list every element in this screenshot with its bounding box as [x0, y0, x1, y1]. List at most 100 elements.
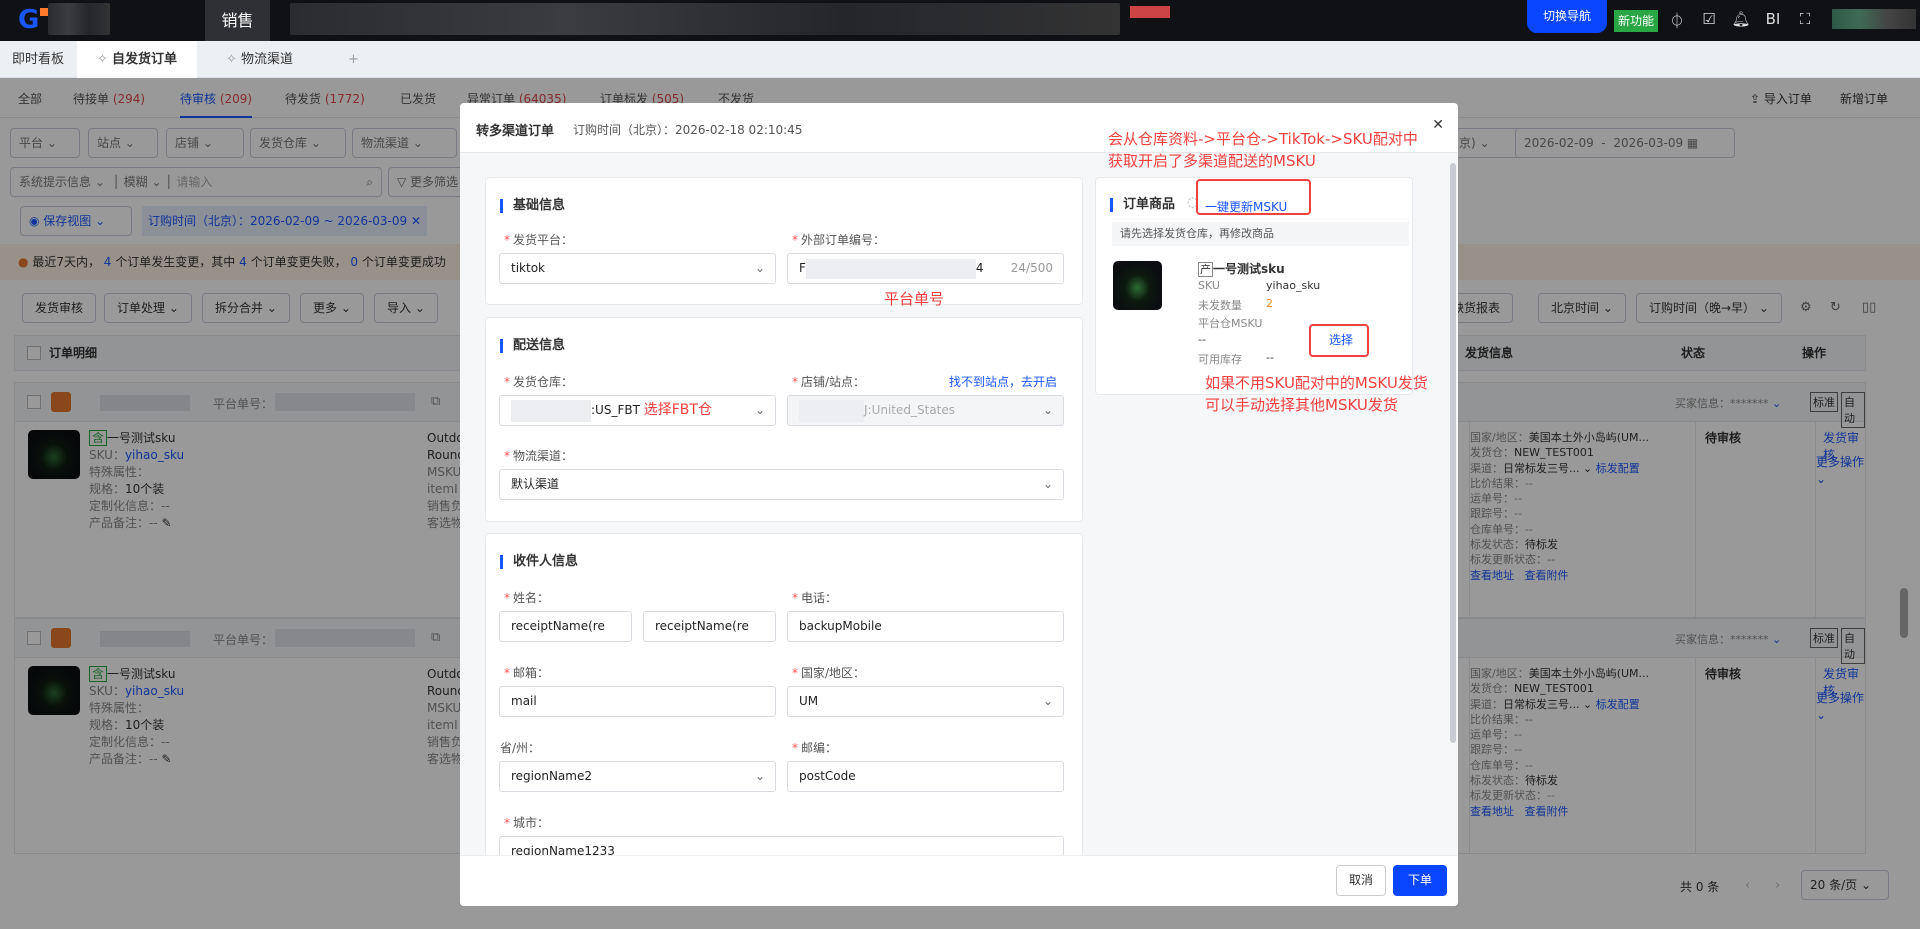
status-tab[interactable]: 待接单 (294) [73, 90, 145, 107]
external-order-no-input[interactable]: F 4 24/500 [787, 253, 1064, 284]
timezone-select[interactable]: 北京时间 ⌄ [1538, 293, 1626, 323]
more-ops-link[interactable]: 更多操作 ⌄ [1816, 454, 1865, 488]
import-button[interactable]: 导入 ⌄ [374, 293, 438, 323]
label-config-link[interactable]: 标发配置 [1596, 698, 1640, 711]
tag-standard[interactable]: 标准 [1810, 628, 1838, 648]
nav-sales[interactable]: 销售 [205, 0, 270, 41]
label-config-link[interactable]: 标发配置 [1596, 462, 1640, 475]
avatar[interactable] [1832, 9, 1916, 29]
sort-select[interactable]: 订购时间（晚→早） ⌄ [1636, 293, 1782, 323]
channel-select[interactable]: 默认渠道 ⌄ [499, 469, 1064, 500]
channel-filter[interactable]: 物流渠道 ⌄ [352, 128, 457, 158]
bell-icon[interactable]: 🔔︎ [1730, 10, 1752, 28]
buyer-info[interactable]: 买家信息：******* ⌄ [1675, 631, 1781, 647]
site-filter[interactable]: 站点 ⌄ [88, 128, 158, 158]
import-orders-button[interactable]: ⇪ 导入订单 [1750, 90, 1812, 107]
view-attachment-link[interactable]: 查看附件 [1525, 805, 1569, 818]
page-size-select[interactable]: 20 条/页 ⌄ [1801, 870, 1889, 900]
edit-icon[interactable]: ✎ [162, 752, 172, 766]
country-select[interactable]: UM ⌄ [787, 686, 1064, 717]
sku-link[interactable]: yihao_sku [125, 684, 184, 698]
sku-link[interactable]: yihao_sku [125, 448, 184, 462]
view-attachment-link[interactable]: 查看附件 [1525, 569, 1569, 582]
submit-order-button[interactable]: 下单 [1393, 865, 1448, 896]
pin-icon: ✧ [97, 52, 113, 67]
switch-nav-button[interactable]: 切换导航 [1527, 0, 1607, 33]
hint-text: 请先选择发货仓库，再修改商品 [1112, 222, 1409, 246]
date-filter-tag[interactable]: 订购时间（北京）：2026-02-09 ~ 2026-03-09 ✕ [142, 206, 428, 236]
calendar-check-icon[interactable]: ☑ [1698, 10, 1720, 28]
cancel-button[interactable]: 取消 [1336, 865, 1387, 896]
refresh-icon[interactable]: ◌ [1187, 195, 1198, 210]
platform-select[interactable]: tiktok ⌄ [499, 253, 776, 284]
last-name-input[interactable]: receiptName(re [643, 611, 776, 642]
tag-standard[interactable]: 标准 [1810, 392, 1838, 412]
timezone-filter[interactable]: 京) ⌄ [1450, 128, 1520, 158]
status-tab[interactable]: 全部 [18, 90, 42, 107]
row-checkbox[interactable] [27, 395, 41, 409]
first-name-input[interactable]: receiptName(re [499, 611, 632, 642]
tab-dashboard[interactable]: 即时看板 [12, 41, 64, 78]
more-filters-button[interactable]: ▽ 更多筛选 [388, 167, 468, 197]
zip-input[interactable]: postCode [787, 761, 1064, 792]
buyer-info[interactable]: 买家信息：******* ⌄ [1675, 395, 1781, 411]
store-filter[interactable]: 店铺 ⌄ [166, 128, 244, 158]
top-nav-bar: G 销售 切换导航 新功能 ⏀ ☑ 🔔︎ BI ⛶ [0, 0, 1920, 41]
refresh-msku-link[interactable]: 一键更新MSKU [1205, 198, 1287, 215]
blurred-menu[interactable] [290, 3, 1120, 35]
refresh-icon[interactable]: ↻ [1830, 300, 1841, 315]
order-process-button[interactable]: 订单处理 ⌄ [104, 293, 192, 323]
view-address-link[interactable]: 查看地址 [1470, 569, 1514, 582]
status-tab[interactable]: 已发货 [400, 90, 436, 107]
view-address-link[interactable]: 查看地址 [1470, 805, 1514, 818]
edit-icon[interactable]: ✎ [162, 516, 172, 530]
next-page-button[interactable]: › [1775, 878, 1780, 893]
close-icon[interactable]: ✕ [1432, 117, 1444, 133]
tab-self-ship-orders[interactable]: ✧ 自发货订单 [77, 41, 198, 78]
more-ops-link[interactable]: 更多操作 ⌄ [1816, 690, 1865, 724]
field-label: * 电话： [792, 591, 838, 605]
copy-icon[interactable]: ⧉ [431, 630, 440, 645]
add-tab-button[interactable]: + [348, 41, 359, 78]
search-group[interactable]: 系统提示信息 ⌄ │ 模糊 ⌄ │ 请输入 ⌕ [10, 167, 382, 197]
prev-page-button[interactable]: ‹ [1745, 878, 1750, 893]
chevron-down-icon: ⌄ [754, 261, 765, 275]
ship-audit-button[interactable]: 发货审核 [22, 293, 97, 323]
blurred-menu[interactable] [48, 3, 110, 35]
fullscreen-icon[interactable]: ⛶ [1794, 10, 1816, 28]
tab-logistics-channel[interactable]: ✧ 物流渠道 [226, 41, 293, 78]
enable-site-link[interactable]: 找不到站点，去开启 [949, 373, 1057, 390]
settings-icon[interactable]: ⚙ [1800, 300, 1812, 315]
section-title: 基础信息 [500, 199, 565, 213]
split-merge-button[interactable]: 拆分合并 ⌄ [202, 293, 290, 323]
warehouse-select[interactable]: :US_FBT 选择FBT仓 ⌄ [499, 395, 776, 426]
select-all-checkbox[interactable] [27, 346, 41, 360]
copy-icon[interactable]: ⧉ [431, 394, 440, 409]
email-input[interactable]: mail [499, 686, 776, 717]
page-scrollbar[interactable] [1900, 588, 1908, 638]
row-checkbox[interactable] [27, 631, 41, 645]
state-select[interactable]: regionName2 ⌄ [499, 761, 776, 792]
platform-filter[interactable]: 平台 ⌄ [10, 128, 80, 158]
save-view-button[interactable]: ◉ 保存视图 ⌄ [20, 206, 132, 236]
bi-icon[interactable]: BI [1762, 10, 1784, 28]
phone-input[interactable]: backupMobile [787, 611, 1064, 642]
new-feature-button[interactable]: 新功能 [1614, 10, 1658, 32]
book-icon[interactable]: ▯▯ [1862, 300, 1876, 315]
field-label: * 发货仓库： [504, 375, 574, 389]
date-range-picker[interactable]: 2026-02-09 - 2026-03-09 ▦ [1515, 128, 1735, 158]
modal-scrollbar[interactable] [1450, 163, 1456, 743]
new-order-button[interactable]: 新增订单 [1840, 90, 1888, 107]
page-tabs: 即时看板 ✧ 自发货订单 ✧ 物流渠道 + [0, 41, 1920, 78]
sync-icon[interactable]: ⏀ [1666, 10, 1688, 31]
status-tab-active[interactable]: 待审核 (209) [180, 90, 253, 118]
chevron-down-icon: ⌄ [754, 403, 765, 417]
more-button[interactable]: 更多 ⌄ [300, 293, 364, 323]
section-title: 收件人信息 [500, 555, 578, 569]
city-input[interactable]: regionName1233 [499, 836, 1064, 855]
status-tab[interactable]: 待发货 (1772) [285, 90, 365, 107]
select-msku-button[interactable]: 选择 [1329, 331, 1353, 348]
warehouse-filter[interactable]: 发货仓库 ⌄ [250, 128, 346, 158]
store-site-select: J:United_States ⌄ [787, 395, 1064, 426]
logo[interactable]: G [18, 7, 48, 33]
